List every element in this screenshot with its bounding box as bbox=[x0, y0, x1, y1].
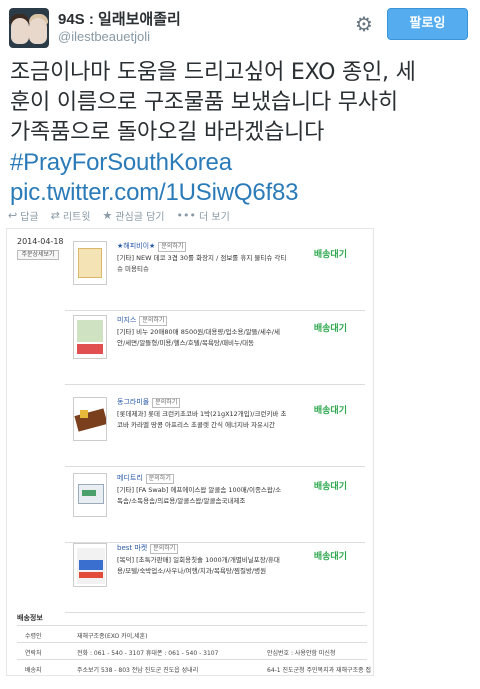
question-button: 문의하기 bbox=[150, 544, 179, 554]
seller-name: 메디트리 bbox=[117, 474, 143, 482]
product-thumbnail bbox=[73, 473, 107, 517]
shipping-row: 수령인 재해구조종(EXO 카이,세훈) bbox=[17, 625, 367, 642]
retweet-action[interactable]: ⇄ 리트윗 bbox=[51, 207, 91, 223]
order-item: ★해피비이★ 문의하기 [기타] NEW 데코 3겹 30롤 화장지 / 점보롤 … bbox=[65, 233, 365, 311]
product-thumbnail bbox=[73, 315, 107, 359]
tweet-text: 조금이나마 도움을 드리고싶어 EXO 종인, 세 훈이 이름으로 구조물품 보… bbox=[10, 58, 472, 208]
seller-name: 동그라미몰 bbox=[117, 398, 150, 406]
item-description: [롯데제과] 롯데 크런키초코바 1박(21gX12개입)/크런키바 초코바 카… bbox=[117, 410, 287, 429]
question-button: 문의하기 bbox=[158, 242, 187, 252]
tweet-line: 조금이나마 도움을 드리고싶어 EXO 종인, 세 bbox=[10, 60, 416, 85]
question-button: 문의하기 bbox=[152, 398, 181, 408]
question-button: 문의하기 bbox=[139, 316, 168, 326]
favorite-label: 관심글 담기 bbox=[115, 211, 165, 223]
gear-icon[interactable]: ⚙ bbox=[352, 12, 376, 36]
item-description: [기타] [FA Swab] 에프에이스왑 알콜솜 100매/이종스왑/소독솜/… bbox=[117, 486, 282, 505]
shipping-value: 재해구조종(EXO 카이,세훈) bbox=[77, 633, 148, 640]
question-button: 문의하기 bbox=[145, 474, 174, 484]
media-link[interactable]: pic.twitter.com/1USiwQ6f83 bbox=[10, 178, 472, 208]
item-description: [기타] NEW 데코 3겹 30롤 화장지 / 점보롤 휴지 물티슈 각티슈 … bbox=[117, 254, 287, 273]
shipping-value: 전화 : 061 - 540 - 3107 휴대폰 : 061 - 540 - … bbox=[77, 650, 219, 657]
seller-name: best 마켓 bbox=[117, 544, 148, 552]
tweet-actions: ↩ 답글 ⇄ 리트윗 ★ 관심글 담기 ••• 더 보기 bbox=[8, 207, 230, 223]
shipping-label: 배송지 bbox=[25, 667, 42, 674]
user-name[interactable]: 94S : 일래보애졸리 bbox=[58, 8, 181, 29]
product-thumbnail bbox=[73, 241, 107, 285]
shipping-label: 수령인 bbox=[25, 633, 42, 640]
more-label: 더 보기 bbox=[198, 211, 230, 223]
tweet-line: 가족품으로 돌아오길 바라겠습니다 bbox=[10, 120, 325, 145]
star-icon: ★ bbox=[102, 208, 113, 222]
shipping-row: 연락처 전화 : 061 - 540 - 3107 휴대폰 : 061 - 54… bbox=[17, 642, 367, 659]
shipping-status: 배송대기 bbox=[313, 250, 347, 260]
order-date: 2014-04-18 bbox=[17, 237, 64, 246]
product-thumbnail bbox=[73, 543, 107, 587]
shipping-status: 배송대기 bbox=[313, 552, 347, 562]
user-handle[interactable]: @ilestbeauetjoli bbox=[58, 29, 150, 44]
shipping-info-title: 배송정보 bbox=[17, 614, 43, 622]
retweet-label: 리트윗 bbox=[62, 211, 91, 223]
shipping-extra: 64-1 진도군청 주민복지과 재해구조종 접 bbox=[267, 667, 372, 674]
shipping-status: 배송대기 bbox=[313, 482, 347, 492]
seller-name: 미지스 bbox=[117, 316, 137, 324]
more-action[interactable]: ••• 더 보기 bbox=[177, 207, 230, 223]
shipping-status: 배송대기 bbox=[313, 324, 347, 334]
tweet-media-image[interactable]: 2014-04-18 주문상세보기 ★해피비이★ 문의하기 [기타] NEW 데코… bbox=[6, 228, 374, 676]
reply-icon: ↩ bbox=[8, 208, 18, 222]
shipping-extra: 안심번호 : 사용안함 미신청 bbox=[267, 650, 336, 657]
avatar[interactable] bbox=[9, 8, 49, 48]
shipping-value: 주소보기 538 - 803 전남 진도군 진도읍 성내리 bbox=[77, 667, 199, 674]
tweet-line: 훈이 이름으로 구조물품 보냈습니다 무사히 bbox=[10, 90, 398, 115]
product-thumbnail bbox=[73, 397, 107, 441]
order-item: best 마켓 문의하기 [복덕] [초특가판매] 일회용칫솔 1000개/개별비… bbox=[65, 535, 365, 613]
more-dots-icon: ••• bbox=[176, 208, 196, 222]
order-item: 동그라미몰 문의하기 [롯데제과] 롯데 크런키초코바 1박(21gX12개입)/… bbox=[65, 389, 365, 467]
shipping-row: 배송지 주소보기 538 - 803 전남 진도군 진도읍 성내리 64-1 진… bbox=[17, 659, 371, 675]
item-description: [기타] 비누 20매80매 8500원/대용량/업소용/알뜰/세수/세안/세면… bbox=[117, 328, 280, 347]
shipping-status: 배송대기 bbox=[313, 406, 347, 416]
favorite-action[interactable]: ★ 관심글 담기 bbox=[102, 207, 164, 223]
seller-name: ★해피비이★ bbox=[117, 242, 156, 250]
hashtag-link[interactable]: #PrayForSouthKorea bbox=[10, 148, 472, 178]
order-detail-button: 주문상세보기 bbox=[17, 250, 59, 260]
item-description: [복덕] [초특가판매] 일회용칫솔 1000개/개별비닐포장/휴대용/모텔/숙… bbox=[117, 556, 280, 575]
following-button[interactable]: 팔로잉 bbox=[387, 8, 468, 40]
retweet-icon: ⇄ bbox=[50, 208, 60, 222]
order-item: 메디트리 문의하기 [기타] [FA Swab] 에프에이스왑 알콜솜 100매/… bbox=[65, 465, 365, 543]
reply-action[interactable]: ↩ 답글 bbox=[8, 207, 39, 223]
order-item: 미지스 문의하기 [기타] 비누 20매80매 8500원/대용량/업소용/알뜰/… bbox=[65, 307, 365, 385]
tweet-header: 94S : 일래보애졸리 @ilestbeauetjoli ⚙ 팔로잉 bbox=[0, 0, 480, 56]
shipping-label: 연락처 bbox=[25, 650, 42, 657]
reply-label: 답글 bbox=[20, 211, 39, 223]
